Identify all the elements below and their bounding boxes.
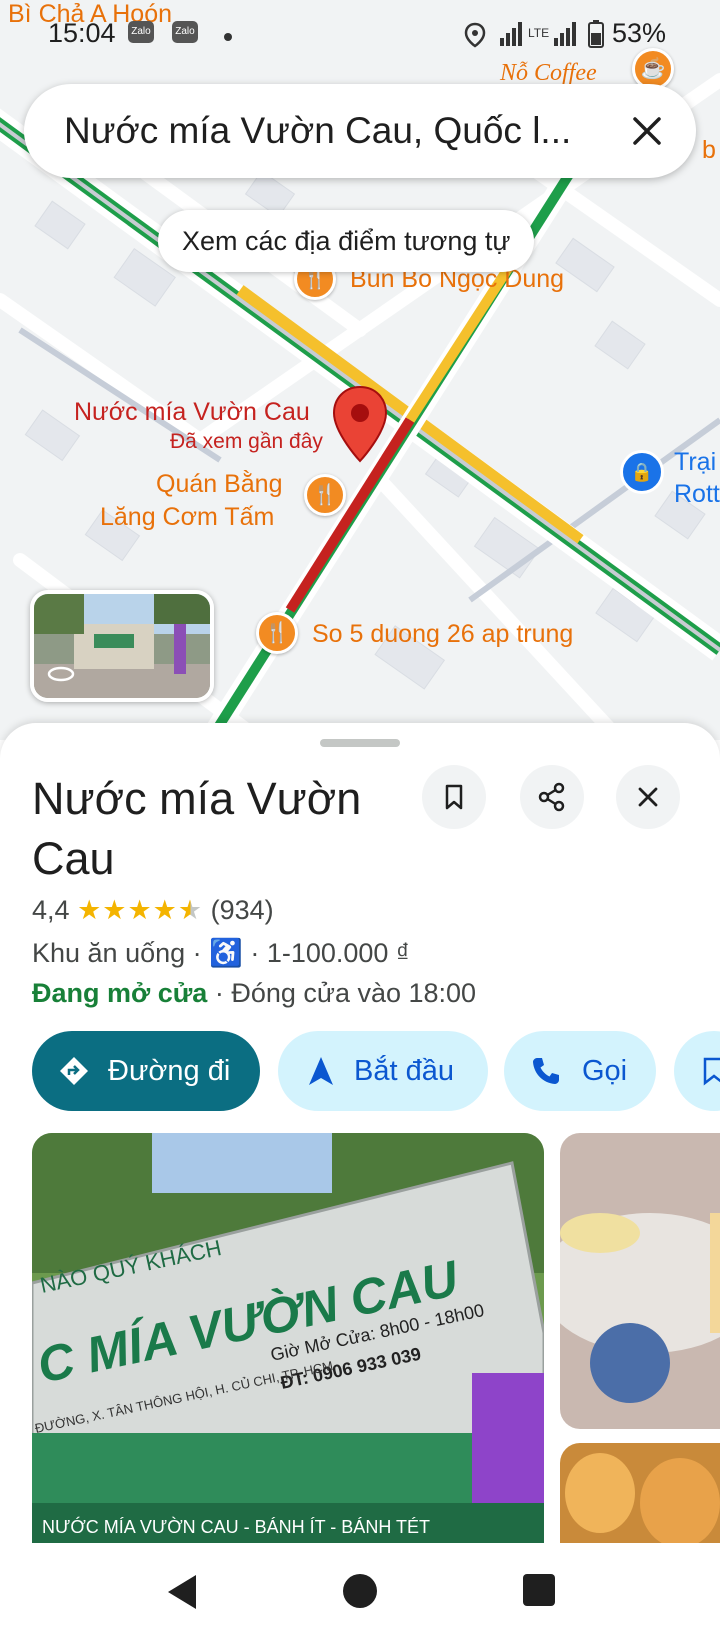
close-time: Đóng cửa vào 18:00 (231, 978, 477, 1008)
rating-stars-icon: ★★★★★ (77, 895, 204, 925)
similar-places-chip[interactable]: Xem các địa điểm tương tự (158, 210, 535, 272)
map-label-selected-place[interactable]: Nước mía Vườn Cau (74, 398, 310, 427)
bookmark-icon (703, 1057, 720, 1086)
wheelchair-icon: ♿ (209, 938, 243, 968)
start-navigation-button[interactable]: Bắt đầu (278, 1031, 488, 1111)
directions-button[interactable]: Đường đi (32, 1031, 260, 1111)
restaurant-poi-icon[interactable]: 🍴 (304, 474, 346, 516)
place-photo-main[interactable]: NÀO QUÝ KHÁCH C MÍA VƯỜN CAU Giờ Mở Cửa:… (32, 1133, 544, 1543)
save-action-button[interactable] (674, 1031, 720, 1111)
map-label-edge: b (702, 136, 716, 164)
signal-icon (554, 22, 576, 46)
review-count[interactable]: (934) (211, 895, 274, 925)
home-circle-icon[interactable] (342, 1573, 378, 1609)
close-button[interactable] (616, 765, 680, 829)
directions-icon (60, 1057, 88, 1085)
map-label-so5[interactable]: So 5 duong 26 ap trung (312, 620, 573, 649)
selected-location-pin-icon[interactable] (332, 385, 388, 463)
recents-square-icon[interactable] (522, 1573, 556, 1607)
save-button[interactable] (422, 765, 486, 829)
street-view-360-icon (47, 666, 75, 682)
rating-value: 4,4 (32, 895, 70, 925)
network-type: LTE (528, 26, 550, 40)
shopping-poi-icon[interactable]: 🔒 (620, 450, 664, 494)
zalo-notification-icon: Zalo (128, 21, 154, 43)
map-label-com-tam[interactable]: Lăng Cơm Tấm (100, 503, 274, 532)
map-label-coffee[interactable]: Nỗ Coffee (500, 60, 597, 87)
close-icon (638, 787, 658, 807)
system-navigation-bar (0, 1543, 720, 1640)
location-icon (464, 22, 486, 48)
drag-handle[interactable] (320, 739, 400, 747)
category-row: Khu ăn uống · ♿ · 1-100.000 ₫ (32, 938, 410, 968)
search-bar[interactable]: Nước mía Vườn Cau, Quốc l... (24, 84, 696, 178)
map-label-trai[interactable]: Trại (674, 448, 716, 477)
search-query[interactable]: Nước mía Vườn Cau, Quốc l... (64, 110, 619, 152)
place-category: Khu ăn uống (32, 938, 186, 968)
place-photo-secondary[interactable] (560, 1133, 720, 1429)
share-icon (538, 782, 565, 812)
call-button[interactable]: Gọi (504, 1031, 656, 1111)
price-range: 1-100.000 ₫ (266, 938, 410, 968)
close-icon[interactable] (622, 106, 672, 156)
restaurant-poi-icon[interactable]: 🍴 (256, 612, 298, 654)
street-view-thumbnail[interactable] (30, 590, 214, 702)
status-bar: 15:04 Zalo Zalo LTE 53% (0, 0, 720, 62)
rating-row[interactable]: 4,4 ★★★★★ (934) (32, 895, 274, 926)
bookmark-icon (445, 784, 463, 810)
notification-dot-icon (224, 33, 232, 41)
battery-percentage: 53% (612, 18, 667, 48)
sign-banner: NƯỚC MÍA VƯỜN CAU - BÁNH ÍT - BÁNH TÉT (42, 1516, 430, 1537)
place-photo-tertiary[interactable] (560, 1443, 720, 1543)
navigation-arrow-icon (309, 1057, 333, 1085)
signal-icon (500, 22, 522, 46)
status-time: 15:04 (48, 18, 116, 48)
share-button[interactable] (520, 765, 584, 829)
map-label-quan-bang[interactable]: Quán Bằng (156, 470, 283, 499)
battery-icon (588, 20, 604, 48)
place-bottom-sheet[interactable]: Nước mía Vườn Cau 4,4 ★★★★★ (934) Khu ăn… (0, 723, 720, 1543)
zalo-notification-icon: Zalo (172, 21, 198, 43)
open-status: Đang mở cửa (32, 978, 208, 1008)
hours-row[interactable]: Đang mở cửa · Đóng cửa vào 18:00 (32, 978, 476, 1009)
map-label-rott[interactable]: Rott (674, 480, 720, 509)
place-title: Nước mía Vườn Cau (32, 773, 362, 884)
phone-icon (533, 1058, 559, 1084)
back-triangle-icon[interactable] (164, 1573, 200, 1611)
map-label-recently-viewed: Đã xem gần đây (170, 430, 323, 453)
